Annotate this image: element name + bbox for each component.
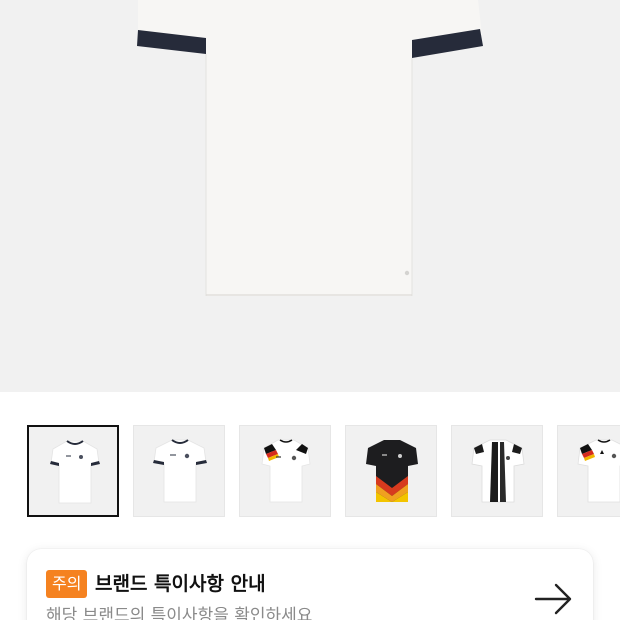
caution-badge: 주의 [46,570,88,598]
arrow-right-icon[interactable] [532,579,576,619]
jersey-thumbnail-image [261,439,311,503]
thumbnail-6[interactable] [557,425,620,517]
thumbnail-5[interactable] [451,425,543,517]
jersey-thumbnail-image [577,439,620,503]
notice-title: 브랜드 특이사항 안내 [95,573,266,595]
jersey-thumbnail-image [50,440,100,504]
thumbnail-2[interactable] [133,425,225,517]
thumbnail-4[interactable] [345,425,437,517]
jersey-thumbnail-image [471,439,525,503]
jersey-illustration [137,0,483,296]
product-main-image [0,0,620,392]
notice-subtitle: 해당 브랜드의 특이사항을 확인하세요 [46,606,313,620]
thumbnail-strip[interactable] [27,425,620,517]
jersey-thumbnail-image [153,439,207,503]
thumbnail-1[interactable] [27,425,119,517]
jersey-thumbnail-image [366,440,418,502]
thumbnail-3[interactable] [239,425,331,517]
brand-notice-card[interactable]: 주의 브랜드 특이사항 안내 해당 브랜드의 특이사항을 확인하세요 [27,549,593,620]
